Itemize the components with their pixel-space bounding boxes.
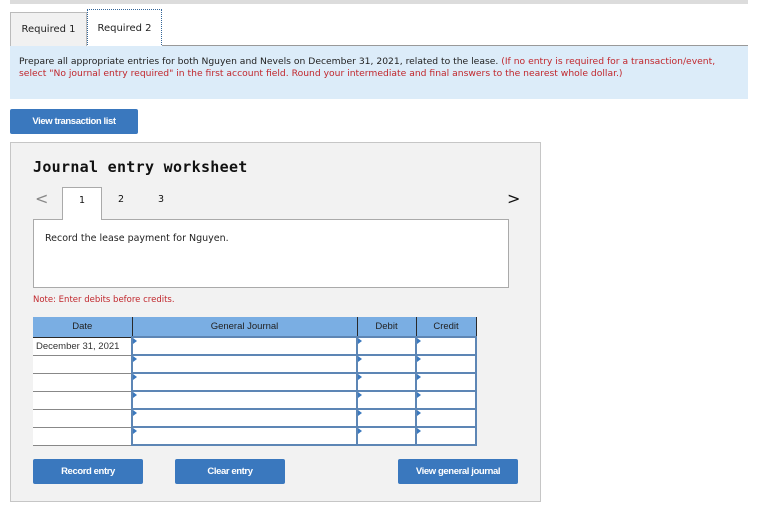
credit-input[interactable] xyxy=(417,375,475,389)
debit-input[interactable] xyxy=(358,339,415,353)
date-cell xyxy=(33,373,132,392)
account-cell[interactable] xyxy=(131,408,358,428)
debit-cell[interactable] xyxy=(356,372,417,392)
journal-table-header: Date General Journal Debit Credit xyxy=(33,317,477,338)
chevron-right-icon[interactable]: > xyxy=(507,189,520,208)
table-row xyxy=(33,354,477,374)
instructions-box: Prepare all appropriate entries for both… xyxy=(10,46,748,99)
debit-input[interactable] xyxy=(358,429,415,443)
view-general-journal-button[interactable]: View general journal xyxy=(398,459,518,484)
credit-input[interactable] xyxy=(417,339,475,353)
step-tab-3[interactable]: 3 xyxy=(151,187,171,219)
debit-cell[interactable] xyxy=(356,390,417,410)
transaction-description-text: Record the lease payment for Nguyen. xyxy=(45,233,229,244)
table-row xyxy=(33,408,477,428)
record-entry-button[interactable]: Record entry xyxy=(33,459,143,484)
header-credit: Credit xyxy=(416,317,477,338)
table-row xyxy=(33,372,477,392)
table-row: December 31, 2021 xyxy=(33,336,477,356)
tab-required-1[interactable]: Required 1 xyxy=(10,12,87,46)
account-input[interactable] xyxy=(133,393,356,407)
credit-input[interactable] xyxy=(417,411,475,425)
credit-cell[interactable] xyxy=(415,390,477,410)
debit-cell[interactable] xyxy=(356,354,417,374)
date-cell xyxy=(33,427,132,446)
account-input[interactable] xyxy=(133,411,356,425)
account-input[interactable] xyxy=(133,357,356,371)
worksheet-title: Journal entry worksheet xyxy=(33,158,248,176)
date-cell xyxy=(33,355,132,374)
credit-cell[interactable] xyxy=(415,336,477,356)
header-general-journal: General Journal xyxy=(132,317,358,338)
account-cell[interactable] xyxy=(131,336,358,356)
credit-cell[interactable] xyxy=(415,354,477,374)
account-input[interactable] xyxy=(133,429,356,443)
account-cell[interactable] xyxy=(131,354,358,374)
tab-required-2[interactable]: Required 2 xyxy=(87,9,162,47)
account-input[interactable] xyxy=(133,339,356,353)
account-input[interactable] xyxy=(133,375,356,389)
credit-cell[interactable] xyxy=(415,408,477,428)
transaction-description: Record the lease payment for Nguyen. xyxy=(33,219,509,288)
account-cell[interactable] xyxy=(131,390,358,410)
debit-input[interactable] xyxy=(358,411,415,425)
debit-cell[interactable] xyxy=(356,408,417,428)
debit-input[interactable] xyxy=(358,375,415,389)
instructions-text: Prepare all appropriate entries for both… xyxy=(19,56,499,67)
debit-input[interactable] xyxy=(358,357,415,371)
credit-input[interactable] xyxy=(417,357,475,371)
clear-entry-button[interactable]: Clear entry xyxy=(175,459,285,484)
debit-credit-note: Note: Enter debits before credits. xyxy=(33,295,175,305)
debit-input[interactable] xyxy=(358,393,415,407)
credit-cell[interactable] xyxy=(415,372,477,392)
debit-cell[interactable] xyxy=(356,426,417,446)
step-tab-1[interactable]: 1 xyxy=(62,187,102,220)
header-date: Date xyxy=(33,317,133,338)
date-cell xyxy=(33,391,132,410)
debit-cell[interactable] xyxy=(356,336,417,356)
chevron-left-icon[interactable]: < xyxy=(35,189,48,208)
credit-input[interactable] xyxy=(417,393,475,407)
header-debit: Debit xyxy=(357,317,417,338)
credit-cell[interactable] xyxy=(415,426,477,446)
step-tab-2[interactable]: 2 xyxy=(111,187,131,219)
top-bar xyxy=(10,0,748,4)
account-cell[interactable] xyxy=(131,426,358,446)
requirement-tabs: Required 1 Required 2 xyxy=(10,9,748,47)
credit-input[interactable] xyxy=(417,429,475,443)
table-row xyxy=(33,390,477,410)
table-row xyxy=(33,426,477,446)
view-transaction-list-button[interactable]: View transaction list xyxy=(10,109,138,134)
account-cell[interactable] xyxy=(131,372,358,392)
date-cell: December 31, 2021 xyxy=(33,337,132,356)
date-cell xyxy=(33,409,132,428)
journal-table: Date General Journal Debit Credit Decemb… xyxy=(33,317,477,446)
journal-entry-worksheet-panel: Journal entry worksheet < 1 2 3 > Record… xyxy=(10,142,541,502)
